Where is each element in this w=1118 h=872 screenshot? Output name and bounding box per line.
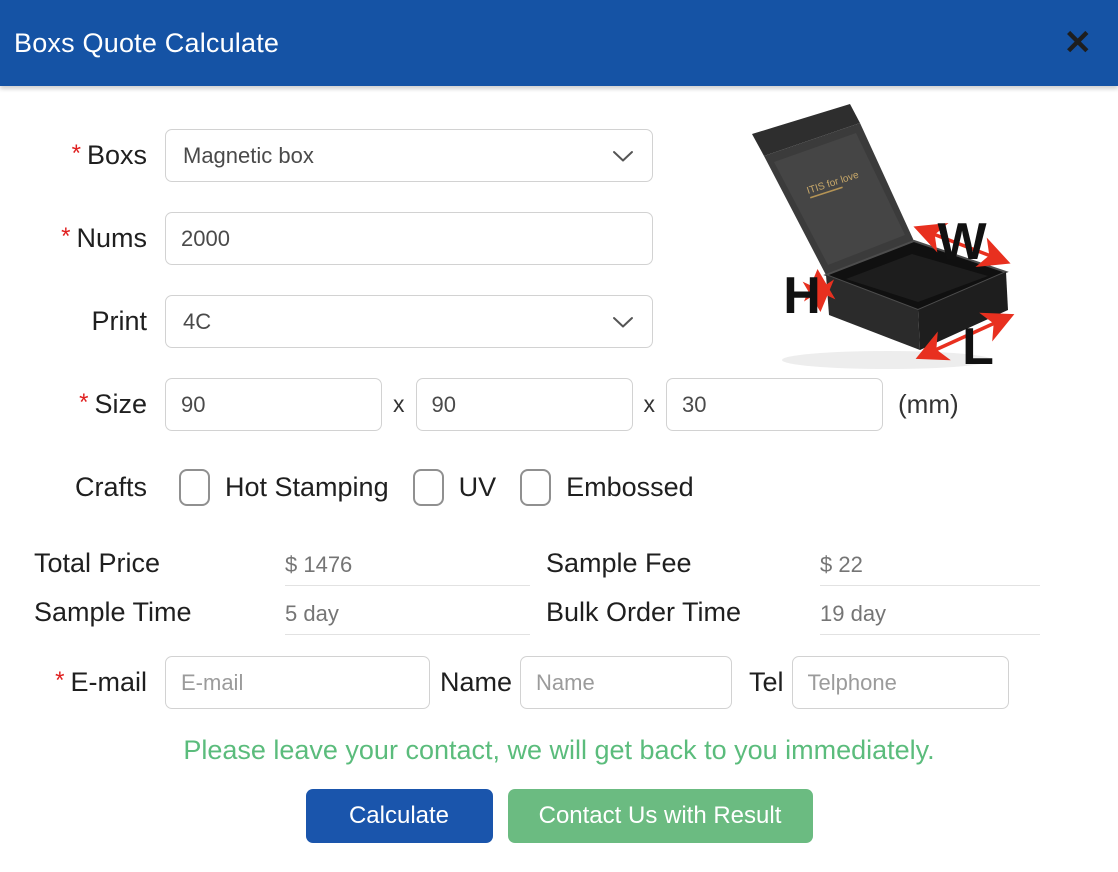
- close-icon[interactable]: ✕: [1058, 24, 1099, 62]
- bulk-order-time-value: 19 day: [820, 597, 1040, 635]
- total-price-value: $ 1476: [285, 548, 530, 586]
- embossed-label: Embossed: [566, 472, 694, 503]
- chevron-down-icon: [612, 143, 634, 169]
- boxs-select[interactable]: Magnetic box: [165, 129, 653, 182]
- crafts-label: Crafts: [0, 472, 165, 503]
- length-letter: L: [962, 318, 994, 376]
- width-letter: W: [937, 213, 987, 271]
- hot-stamping-checkbox[interactable]: [179, 469, 210, 506]
- nums-input[interactable]: [165, 212, 653, 265]
- size-separator: x: [644, 391, 656, 418]
- sample-time-value: 5 day: [285, 597, 530, 635]
- sample-fee-value: $ 22: [820, 548, 1040, 586]
- results-row-2: Sample Time 5 day Bulk Order Time 19 day: [34, 597, 1084, 635]
- results-section: Total Price $ 1476 Sample Fee $ 22 Sampl…: [34, 548, 1084, 635]
- quote-modal: Boxs Quote Calculate ✕ *Boxs Magnetic bo…: [0, 0, 1118, 872]
- email-field[interactable]: [165, 656, 430, 709]
- print-select[interactable]: 4C: [165, 295, 653, 348]
- sample-fee-label: Sample Fee: [546, 548, 820, 579]
- tel-field[interactable]: [792, 656, 1009, 709]
- tel-label: Tel: [749, 667, 784, 698]
- size-separator: x: [393, 391, 405, 418]
- required-asterisk: *: [79, 389, 88, 416]
- print-label: Print: [0, 306, 165, 337]
- name-label: Name: [440, 667, 512, 698]
- button-row: Calculate Contact Us with Result: [0, 789, 1118, 843]
- required-asterisk: *: [55, 667, 64, 694]
- boxs-label: *Boxs: [0, 140, 165, 171]
- modal-title: Boxs Quote Calculate: [14, 28, 279, 59]
- box-photo: ITIS for love W H L: [722, 98, 1022, 383]
- results-row-1: Total Price $ 1476 Sample Fee $ 22: [34, 548, 1084, 586]
- bulk-order-time-label: Bulk Order Time: [546, 597, 820, 628]
- print-select-value: 4C: [183, 309, 211, 335]
- total-price-label: Total Price: [34, 548, 285, 579]
- size-label: *Size: [0, 389, 165, 420]
- size-row: *Size x x (mm): [0, 378, 1118, 431]
- sample-time-label: Sample Time: [34, 597, 285, 628]
- uv-checkbox[interactable]: [413, 469, 444, 506]
- uv-label: UV: [459, 472, 497, 503]
- size-width-input[interactable]: [165, 378, 382, 431]
- hot-stamping-label: Hot Stamping: [225, 472, 389, 503]
- crafts-row: Crafts Hot Stamping UV Embossed: [0, 461, 1118, 514]
- contact-us-button[interactable]: Contact Us with Result: [508, 789, 813, 843]
- size-height-input[interactable]: [666, 378, 883, 431]
- boxs-select-value: Magnetic box: [183, 143, 314, 169]
- chevron-down-icon: [612, 309, 634, 335]
- embossed-checkbox[interactable]: [520, 469, 551, 506]
- email-label: *E-mail: [0, 667, 165, 698]
- size-unit: (mm): [898, 389, 959, 420]
- contact-notice: Please leave your contact, we will get b…: [0, 735, 1118, 766]
- contact-row: *E-mail Name Tel: [0, 656, 1118, 709]
- calculate-button[interactable]: Calculate: [306, 789, 493, 843]
- height-letter: H: [783, 267, 821, 325]
- name-field[interactable]: [520, 656, 732, 709]
- nums-label: *Nums: [0, 223, 165, 254]
- box-shadow: [782, 351, 992, 369]
- modal-header: Boxs Quote Calculate ✕: [0, 0, 1118, 86]
- required-asterisk: *: [61, 223, 70, 250]
- required-asterisk: *: [72, 140, 81, 167]
- size-length-input[interactable]: [416, 378, 633, 431]
